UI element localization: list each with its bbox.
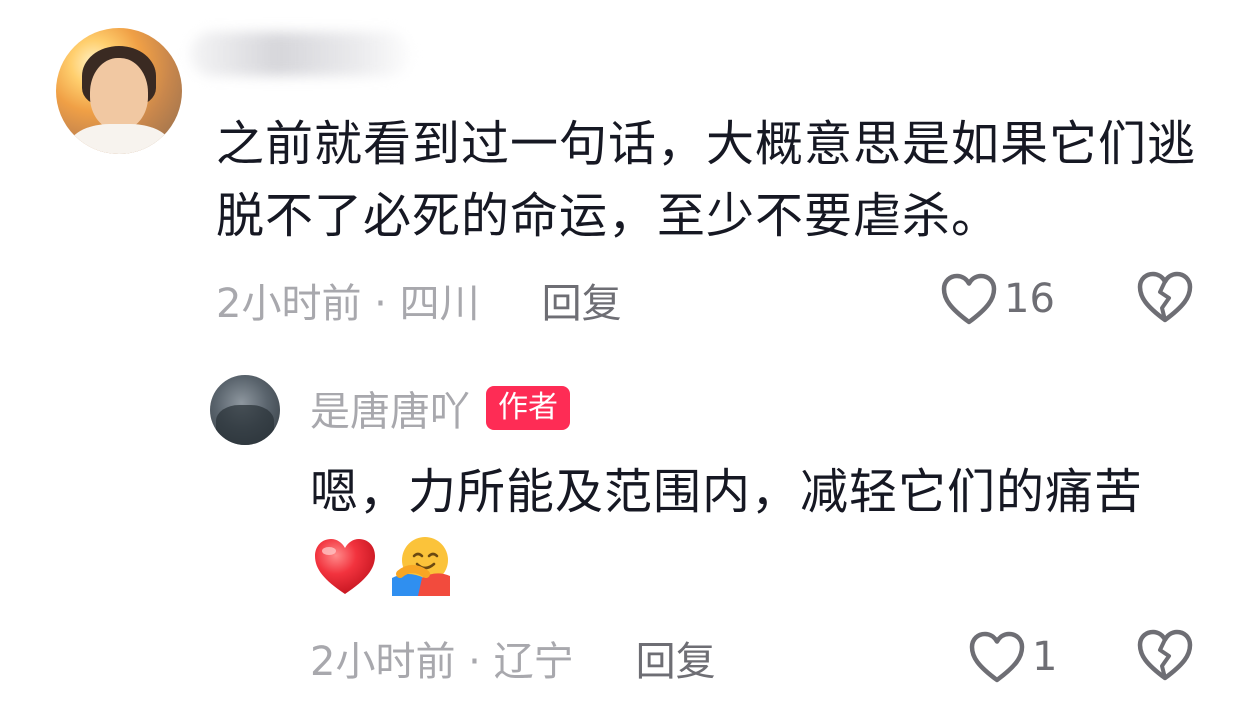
reply-dislike-button[interactable] (1136, 628, 1194, 686)
reply-emojis (312, 534, 454, 600)
comment-text: 之前就看到过一句话，大概意思是如果它们逃脱不了必死的命运，至少不要虐杀。 (216, 116, 1197, 244)
like-button[interactable]: 16 (940, 268, 1055, 330)
hugging-face-emoji (392, 537, 450, 596)
comment-meta: 2小时前 · 四川 回复 (216, 270, 622, 330)
reply-header: 是唐唐吖 作者 (310, 380, 570, 436)
avatar-face (90, 58, 148, 130)
red-heart-emoji (315, 539, 375, 594)
reply-like-count: 1 (1032, 634, 1058, 680)
avatar-shade (216, 405, 274, 445)
avatar-body (68, 124, 172, 154)
broken-heart-icon (1137, 629, 1193, 681)
heart-outline-icon (941, 273, 997, 325)
dislike-button[interactable] (1136, 270, 1194, 328)
comment-time-location: 2小时前 · 四川 (216, 281, 480, 327)
author-name[interactable]: 是唐唐吖 (310, 379, 470, 437)
reply-reply-button[interactable]: 回复 (636, 629, 716, 687)
blurred-username (190, 32, 410, 76)
heart-outline-icon (969, 631, 1025, 683)
reply-meta: 2小时前 · 辽宁 回复 (310, 628, 716, 688)
reply-button[interactable]: 回复 (542, 271, 622, 329)
reply-text: 嗯，力所能及范围内，减轻它们的痛苦 (310, 464, 1144, 520)
like-count: 16 (1004, 276, 1055, 322)
reply-like-button[interactable]: 1 (968, 626, 1057, 688)
author-badge: 作者 (486, 386, 570, 430)
reply-time-location: 2小时前 · 辽宁 (310, 639, 574, 685)
author-avatar[interactable] (210, 375, 280, 445)
broken-heart-icon (1137, 271, 1193, 323)
comment-avatar[interactable] (56, 28, 182, 154)
